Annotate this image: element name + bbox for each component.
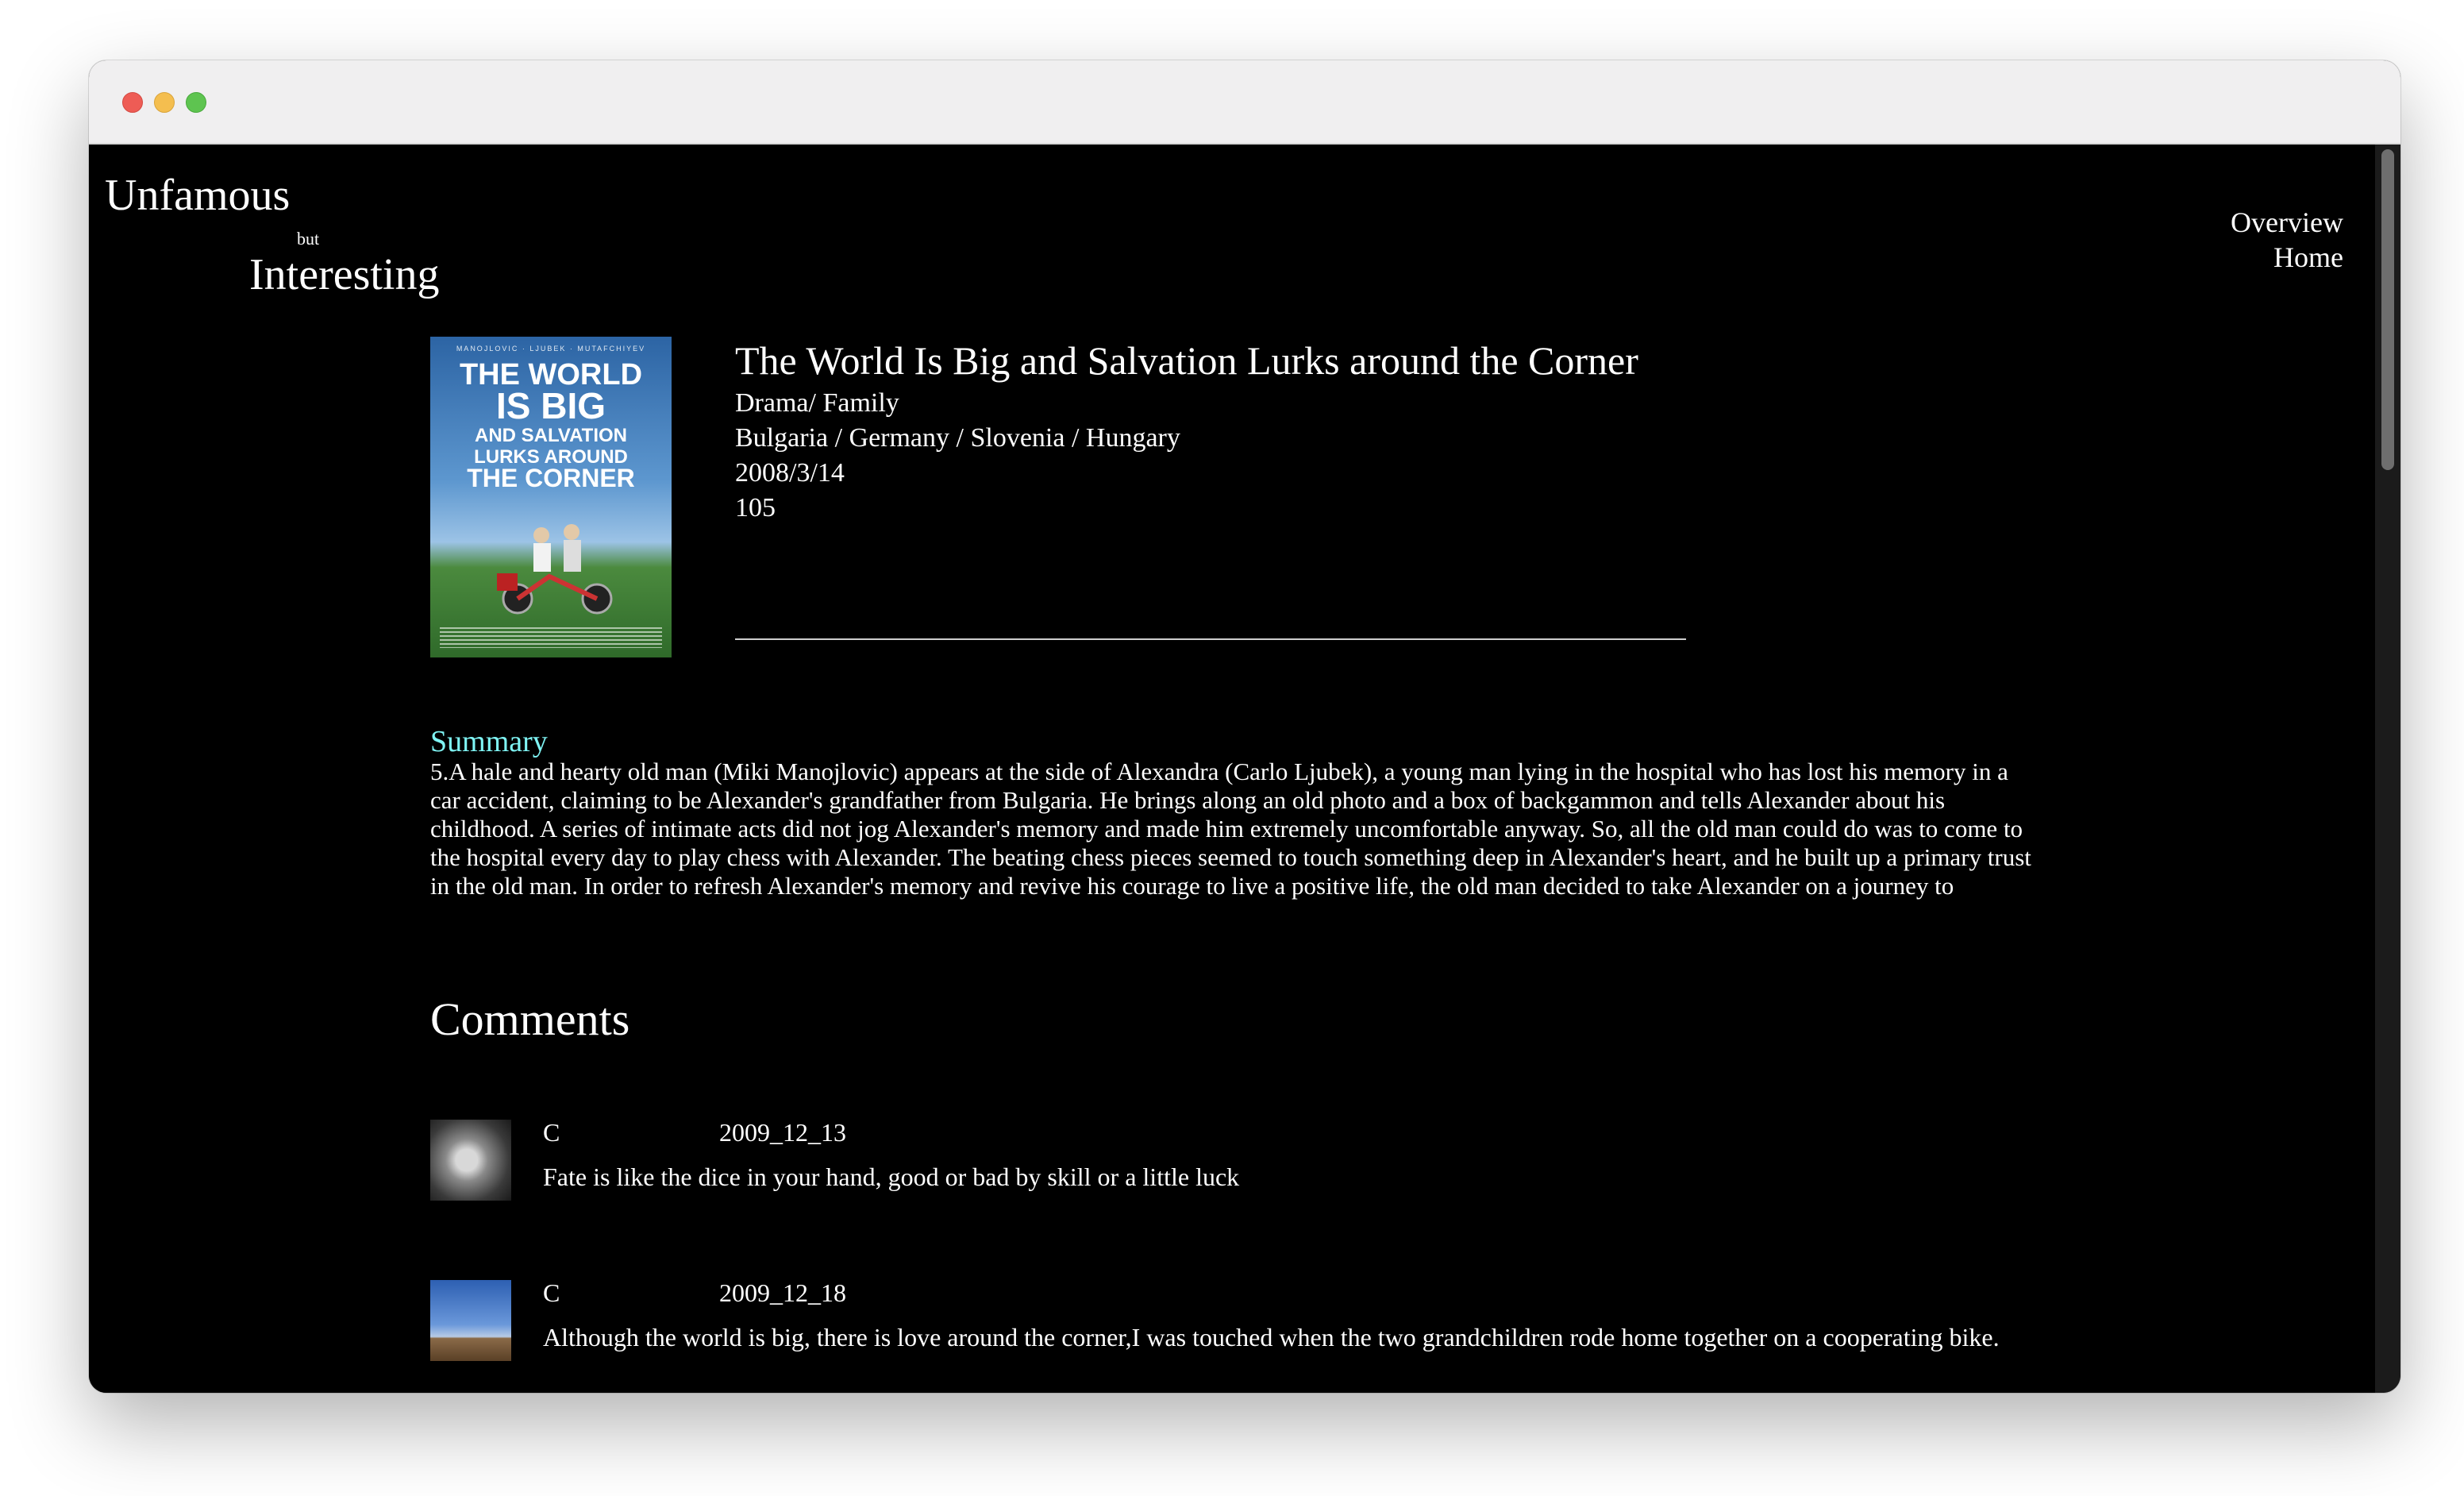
info-divider <box>735 638 1686 640</box>
movie-runtime: 105 <box>735 493 776 522</box>
comment-author: C <box>543 1278 560 1307</box>
minimize-window-button[interactable] <box>154 92 175 113</box>
poster-footer-text <box>440 627 662 648</box>
site-logo-top: Unfamous <box>105 171 291 220</box>
poster-title-line: AND SALVATION <box>475 424 627 446</box>
page-content: Unfamous but Interesting Overview Home M… <box>89 145 2375 1393</box>
poster-title: THE WORLD IS BIG AND SALVATION LURKS ARO… <box>430 360 672 493</box>
movie-release-date: 2008/3/14 <box>735 458 845 488</box>
avatar <box>430 1280 511 1361</box>
comment-text: Fate is like the dice in your hand, good… <box>543 1162 1240 1191</box>
comment-date: 2009_12_13 <box>719 1118 846 1147</box>
movie-poster: MANOJLOVIC · LJUBEK · MUTAFCHIYEV THE WO… <box>430 337 672 657</box>
poster-credits: MANOJLOVIC · LJUBEK · MUTAFCHIYEV <box>456 345 646 353</box>
site-logo-bottom: Interesting <box>249 250 440 299</box>
poster-title-line: IS BIG <box>495 385 606 427</box>
comment-author: C <box>543 1118 560 1147</box>
nav-overview-link[interactable]: Overview <box>2231 205 2343 240</box>
poster-riders-illustration <box>497 524 613 615</box>
movie-genre: Drama/ Family <box>735 388 899 418</box>
nav-home-link[interactable]: Home <box>2231 240 2343 275</box>
browser-window: Unfamous but Interesting Overview Home M… <box>89 60 2400 1393</box>
movie-title: The World Is Big and Salvation Lurks aro… <box>735 338 1638 383</box>
maximize-window-button[interactable] <box>186 92 206 113</box>
avatar <box>430 1120 511 1201</box>
poster-title-line: THE CORNER <box>467 464 635 493</box>
scrollbar-thumb[interactable] <box>2381 149 2394 470</box>
close-window-button[interactable] <box>122 92 143 113</box>
summary-heading: Summary <box>430 725 548 758</box>
summary-text: 5.A hale and hearty old man (Miki Manojl… <box>430 758 2031 900</box>
comment-text: Although the world is big, there is love… <box>543 1323 2000 1351</box>
window-titlebar <box>89 60 2400 145</box>
top-nav: Overview Home <box>2231 205 2343 275</box>
vertical-scrollbar[interactable] <box>2375 145 2400 1393</box>
comment-date: 2009_12_18 <box>719 1278 846 1307</box>
comments-heading: Comments <box>430 993 630 1045</box>
movie-info: The World Is Big and Salvation Lurks aro… <box>735 335 1688 526</box>
movie-countries: Bulgaria / Germany / Slovenia / Hungary <box>735 423 1180 453</box>
site-logo-middle: but <box>297 229 320 249</box>
